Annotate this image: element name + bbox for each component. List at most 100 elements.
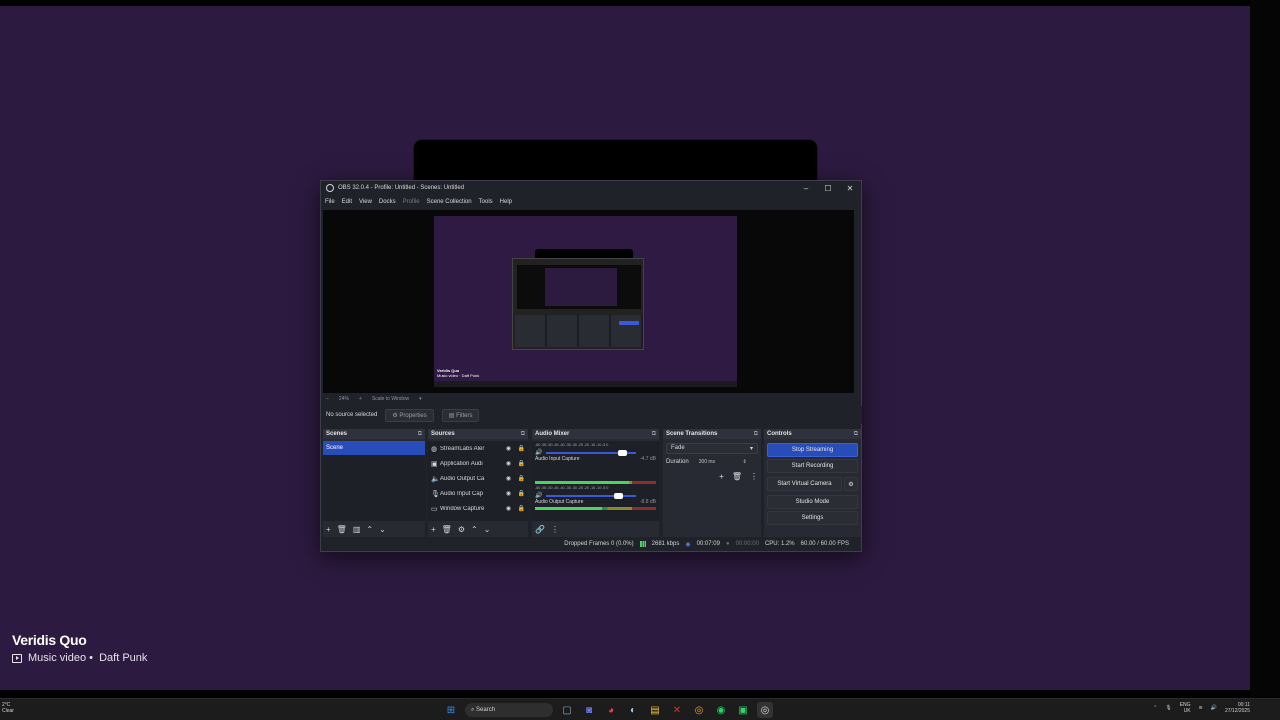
close-button[interactable]: ✕: [839, 184, 861, 193]
studio-mode-button[interactable]: Studio Mode: [767, 495, 858, 509]
weather-widget[interactable]: 2°C Clear: [2, 702, 14, 714]
eye-icon[interactable]: ◉: [502, 460, 515, 467]
slider-knob[interactable]: [613, 492, 623, 499]
clock[interactable]: 00:11 27/12/2025: [1225, 702, 1250, 714]
lock-icon[interactable]: 🔒: [515, 475, 528, 482]
transitions-body: Fade ▾ Duration 300 ms ⇕ + 🗑 ⋮: [663, 441, 761, 483]
undock-icon[interactable]: ⧉: [754, 431, 758, 438]
audio-mixer-dock: Audio Mixer ⧉ -60 -55 -50 -45 -40 -35 -30…: [532, 429, 659, 537]
up-icon[interactable]: ⌃: [366, 525, 373, 534]
more-icon[interactable]: ⋮: [551, 525, 559, 534]
down-icon[interactable]: ⌄: [379, 525, 386, 534]
zoom-out-button[interactable]: −: [326, 396, 329, 402]
down-icon[interactable]: ⌄: [484, 525, 491, 534]
lock-icon[interactable]: 🔒: [515, 505, 528, 512]
trash-icon[interactable]: 🗑: [442, 525, 452, 534]
taskbar-search[interactable]: ⌕ Search: [465, 703, 553, 717]
volume-slider[interactable]: [546, 492, 636, 499]
undock-icon[interactable]: ⧉: [854, 431, 858, 438]
properties-button[interactable]: ⚙ Properties: [385, 408, 434, 422]
obs-titlebar[interactable]: OBS 32.0.4 - Profile: Untitled - Scenes:…: [321, 181, 861, 195]
obs-icon[interactable]: ◎: [757, 702, 773, 718]
undock-icon[interactable]: ⧉: [652, 431, 656, 438]
preview-area[interactable]: Veridis Quo Music video · Daft Punk: [323, 210, 854, 393]
speaker-icon[interactable]: 🔊: [535, 449, 542, 456]
transition-value: Fade: [671, 445, 685, 451]
scene-item[interactable]: Scene: [323, 441, 425, 455]
eye-icon[interactable]: ◉: [502, 505, 515, 512]
minimize-button[interactable]: –: [795, 184, 817, 193]
gear-icon[interactable]: ⚙: [844, 477, 858, 491]
add-icon[interactable]: +: [719, 472, 724, 481]
filters-button[interactable]: ▤ Filters: [441, 408, 480, 422]
globe-icon: ◍: [431, 445, 438, 453]
menu-scene-collection[interactable]: Scene Collection: [427, 199, 472, 205]
add-icon[interactable]: +: [431, 525, 436, 534]
streamlabs-icon[interactable]: ▣: [735, 702, 751, 718]
start-recording-button[interactable]: Start Recording: [767, 459, 858, 473]
chevron-down-icon: ▾: [749, 445, 753, 452]
scale-mode[interactable]: Scale to Window: [372, 396, 409, 402]
menu-edit[interactable]: Edit: [342, 199, 352, 205]
menu-tools[interactable]: Tools: [479, 199, 493, 205]
window-icon: ▭: [431, 505, 438, 513]
add-icon[interactable]: +: [326, 525, 331, 534]
eye-icon[interactable]: ◉: [502, 490, 515, 497]
wifi-icon[interactable]: ≋: [1199, 705, 1203, 711]
track-name: Audio Input Capture: [535, 456, 580, 462]
lock-icon[interactable]: 🔒: [515, 460, 528, 467]
eye-icon[interactable]: ◉: [502, 445, 515, 452]
mic-icon: 🎙: [431, 490, 440, 498]
source-row[interactable]: ▣ Application Audi ◉ 🔒: [428, 456, 528, 471]
chevron-up-icon[interactable]: ⌃: [1153, 705, 1157, 711]
chrome-icon[interactable]: ◕: [603, 702, 619, 718]
lock-icon[interactable]: 🔒: [515, 445, 528, 452]
bitrate: 2681 kbps: [651, 541, 680, 547]
zoom-in-button[interactable]: +: [359, 396, 362, 402]
volume-slider[interactable]: [546, 449, 636, 456]
spotify-icon[interactable]: ◉: [713, 702, 729, 718]
discord-icon[interactable]: ◙: [581, 702, 597, 718]
chevron-down-icon[interactable]: ▾: [419, 396, 422, 402]
steam-icon[interactable]: ◐: [625, 702, 641, 718]
app-icon[interactable]: ✕: [669, 702, 685, 718]
menu-profile[interactable]: Profile: [403, 199, 420, 205]
filter-icon[interactable]: ▥: [353, 525, 361, 534]
task-view-icon[interactable]: ▢: [559, 702, 575, 718]
trash-icon[interactable]: 🗑: [732, 472, 742, 481]
volume-icon[interactable]: 🔊: [1211, 705, 1217, 711]
settings-button[interactable]: Settings: [767, 511, 858, 525]
source-name: Window Capture: [440, 505, 485, 512]
menu-file[interactable]: File: [325, 199, 335, 205]
lock-icon[interactable]: 🔒: [515, 490, 528, 497]
speaker-icon[interactable]: 🔊: [535, 492, 542, 499]
eye-icon[interactable]: ◉: [502, 475, 515, 482]
maximize-button[interactable]: ☐: [817, 184, 839, 193]
language-indicator[interactable]: ENG UK: [1180, 702, 1191, 714]
dropped-frames: Dropped Frames 0 (0.0%): [564, 541, 634, 547]
stop-streaming-button[interactable]: Stop Streaming: [767, 443, 858, 457]
slider-knob[interactable]: [618, 449, 628, 456]
undock-icon[interactable]: ⧉: [521, 431, 525, 438]
spin-arrows-icon[interactable]: ⇕: [742, 459, 746, 465]
duration-spinbox[interactable]: 300 ms ⇕: [695, 457, 751, 468]
menu-help[interactable]: Help: [500, 199, 512, 205]
file-explorer-icon[interactable]: ▤: [647, 702, 663, 718]
menu-docks[interactable]: Docks: [379, 199, 396, 205]
source-row[interactable]: ◍ StreamLabs Aler ◉ 🔒: [428, 441, 528, 456]
up-icon[interactable]: ⌃: [471, 525, 478, 534]
mic-icon[interactable]: 🎙: [1165, 705, 1171, 711]
nvidia-icon[interactable]: ◎: [691, 702, 707, 718]
more-icon[interactable]: ⋮: [750, 472, 758, 481]
link-icon[interactable]: 🔗: [535, 525, 545, 534]
source-row[interactable]: ▭ Window Capture ◉ 🔒: [428, 501, 528, 516]
transition-select[interactable]: Fade ▾: [666, 442, 758, 454]
gear-icon[interactable]: ⚙: [458, 525, 465, 534]
undock-icon[interactable]: ⧉: [418, 431, 422, 438]
trash-icon[interactable]: 🗑: [337, 525, 347, 534]
start-virtual-camera-button[interactable]: Start Virtual Camera: [767, 477, 842, 491]
source-row[interactable]: 🎙 Audio Input Cap ◉ 🔒: [428, 486, 528, 501]
source-row[interactable]: 🔈 Audio Output Ca ◉ 🔒: [428, 471, 528, 486]
windows-start-icon[interactable]: ⊞: [443, 702, 459, 718]
menu-view[interactable]: View: [359, 199, 372, 205]
